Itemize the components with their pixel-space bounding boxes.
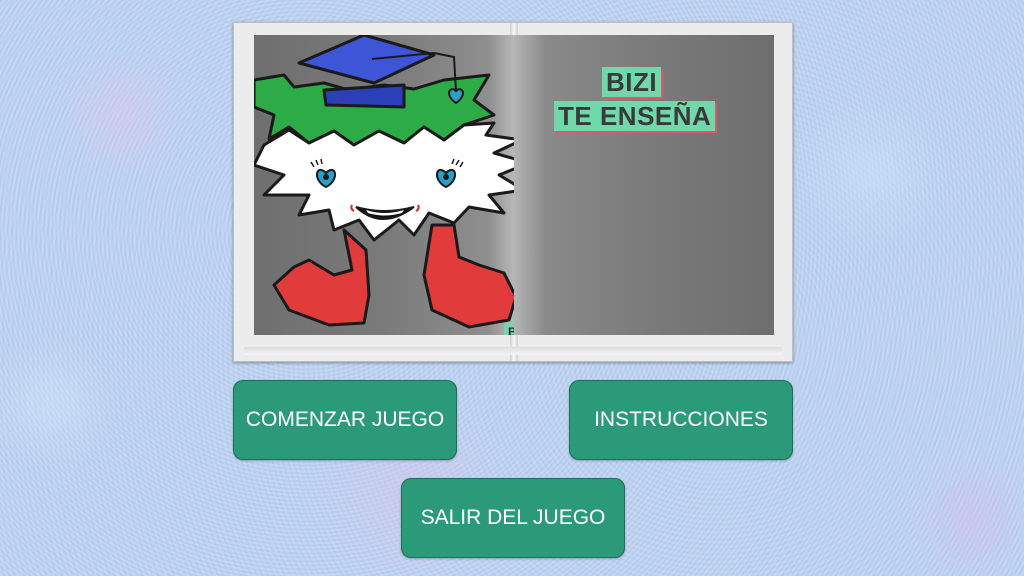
book-title-line2: TE ENSEÑA — [554, 101, 716, 131]
mascot-face — [254, 121, 514, 242]
start-game-button[interactable]: COMENZAR JUEGO — [233, 380, 457, 460]
book-title-line1: BIZI — [602, 67, 662, 97]
mascot-left-boot — [272, 228, 371, 327]
mascot-right-boot — [422, 223, 514, 329]
instructions-button[interactable]: INSTRUCCIONES — [569, 380, 793, 460]
book-bottom-edge — [244, 347, 782, 355]
book-page-left: BIZI — [254, 35, 514, 335]
book-page-right: BIZI TE ENSEÑA — [514, 35, 774, 335]
storybook: BIZI BIZI TE ENSEÑA — [233, 22, 793, 362]
bizi-mascot — [254, 35, 514, 329]
bizi-badge: BIZI — [504, 323, 514, 335]
exit-game-button[interactable]: SALIR DEL JUEGO — [401, 478, 625, 558]
